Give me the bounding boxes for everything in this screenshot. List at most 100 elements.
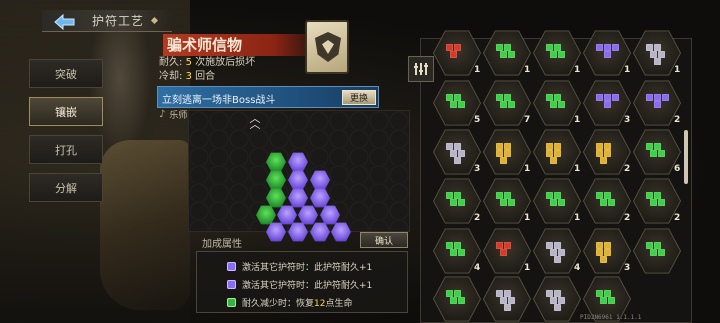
red-gem-piece <box>446 44 453 51</box>
charm-name: 骗术师信物 <box>163 34 323 56</box>
cooldown-row: 冷却: 3 回合 <box>159 70 309 84</box>
charm-count: 1 <box>674 65 681 75</box>
green-gem-piece <box>458 101 465 108</box>
green-gem-piece <box>446 94 453 101</box>
green-gem-piece <box>446 290 453 297</box>
silver-gem-piece <box>554 290 561 297</box>
charm-count: 3 <box>624 115 631 125</box>
green-gem-piece <box>504 44 511 51</box>
bonus-text: 激活其它护符时：此护符耐久+1 <box>242 260 372 273</box>
charm-count: 1 <box>524 164 531 174</box>
tab-inlay[interactable]: 镶嵌 <box>29 97 103 126</box>
green-gem-piece <box>554 192 561 199</box>
tab-punch[interactable]: 打孔 <box>29 135 103 164</box>
bonus-text-a: 激活其它护符时：此护符耐久+ <box>242 262 367 273</box>
green-gem-piece <box>450 199 457 206</box>
charm-count: 2 <box>674 213 681 223</box>
filter-button[interactable] <box>408 56 434 82</box>
charm-count: 3 <box>474 164 481 174</box>
charm-count: 6 <box>674 164 681 174</box>
silver-gem-piece <box>454 157 461 164</box>
gold-gem-piece <box>596 150 603 157</box>
harp-icon: ♪ <box>159 109 166 120</box>
green-gem-piece <box>546 94 553 101</box>
silver-gem-piece <box>554 256 561 263</box>
tab-breakthrough[interactable]: 突破 <box>29 59 103 88</box>
silver-gem-piece <box>504 290 511 297</box>
green-gem-piece <box>654 143 661 150</box>
charm-count: 2 <box>674 115 681 125</box>
confirm-button[interactable]: 确认 <box>360 232 408 248</box>
green-gem-piece <box>650 199 657 206</box>
durability-row: 耐久: 5 次施放后损坏 <box>159 56 309 70</box>
bonus-text-b: 1 <box>366 280 373 291</box>
green-gem-piece <box>508 101 515 108</box>
gold-gem-piece <box>596 143 603 150</box>
green-gem-piece <box>608 297 615 304</box>
gold-gem-piece <box>596 249 603 256</box>
chevron-up-icon[interactable]: ︿ ︿ <box>245 113 265 130</box>
charm-count: 1 <box>524 65 531 75</box>
silver-gem-piece <box>646 44 653 51</box>
green-gem-piece <box>554 44 561 51</box>
charm-count: 1 <box>574 213 581 223</box>
red-gem-piece <box>504 242 511 249</box>
green-gem-piece <box>458 199 465 206</box>
bonus-text-a: 耐久减少时：恢复 <box>242 298 315 309</box>
gold-gem-piece <box>546 150 553 157</box>
green-gem-piece <box>446 192 453 199</box>
green-gem-piece <box>654 242 661 249</box>
green-gem-piece <box>546 192 553 199</box>
green-gem-piece <box>604 192 611 199</box>
green-gem-piece <box>550 101 557 108</box>
green-gem-piece <box>504 94 511 101</box>
title-ornament-icon <box>150 16 159 25</box>
replace-button[interactable]: 更换 <box>342 90 376 105</box>
red-gem-piece <box>500 249 507 256</box>
silver-gem-piece <box>658 51 665 58</box>
tab-decompose[interactable]: 分解 <box>29 173 103 202</box>
green-gem-piece <box>504 192 511 199</box>
green-gem-piece <box>650 249 657 256</box>
purple-gem-piece <box>654 94 661 101</box>
bonus-text-b: 1 <box>366 262 373 273</box>
gold-gem-piece <box>546 143 553 150</box>
version-text: PID2N6961 1.1.1.1 <box>580 314 642 321</box>
charm-count: 1 <box>574 65 581 75</box>
green-gem-piece <box>458 249 465 256</box>
purple-gem-piece <box>654 101 661 108</box>
green-gem-piece <box>608 199 615 206</box>
purple-gem-icon <box>227 261 236 271</box>
silver-gem-piece <box>554 304 561 311</box>
gold-gem-piece <box>600 157 607 164</box>
back-button[interactable] <box>50 10 80 34</box>
shield-mask-icon <box>315 32 341 62</box>
charm-count: 1 <box>524 263 531 273</box>
charm-count: 3 <box>624 263 631 273</box>
cooldown-label: 冷却: <box>159 71 183 82</box>
purple-gem-piece <box>596 44 603 51</box>
gold-gem-piece <box>604 143 611 150</box>
gold-gem-piece <box>500 157 507 164</box>
back-arrow-icon <box>54 13 75 31</box>
green-gem-piece <box>596 192 603 199</box>
green-gem-piece <box>558 51 565 58</box>
tab-label: 镶嵌 <box>55 105 77 119</box>
purple-gem-piece <box>612 44 619 51</box>
durability-value: 5 <box>185 57 192 68</box>
green-gem-piece <box>450 297 457 304</box>
green-gem-piece <box>546 44 553 51</box>
inventory-scrollbar[interactable] <box>684 130 688 184</box>
purple-gem-piece <box>662 94 669 101</box>
tab-label: 打孔 <box>55 143 77 157</box>
green-gem-piece <box>454 192 461 199</box>
charm-card-art <box>305 20 349 74</box>
charm-count: 7 <box>524 115 531 125</box>
green-gem-piece <box>500 199 507 206</box>
silver-gem-piece <box>554 242 561 249</box>
purple-gem-piece <box>604 94 611 101</box>
purple-gem-piece <box>604 44 611 51</box>
silver-gem-piece <box>446 143 453 150</box>
gold-gem-piece <box>596 242 603 249</box>
gold-gem-piece <box>496 150 503 157</box>
